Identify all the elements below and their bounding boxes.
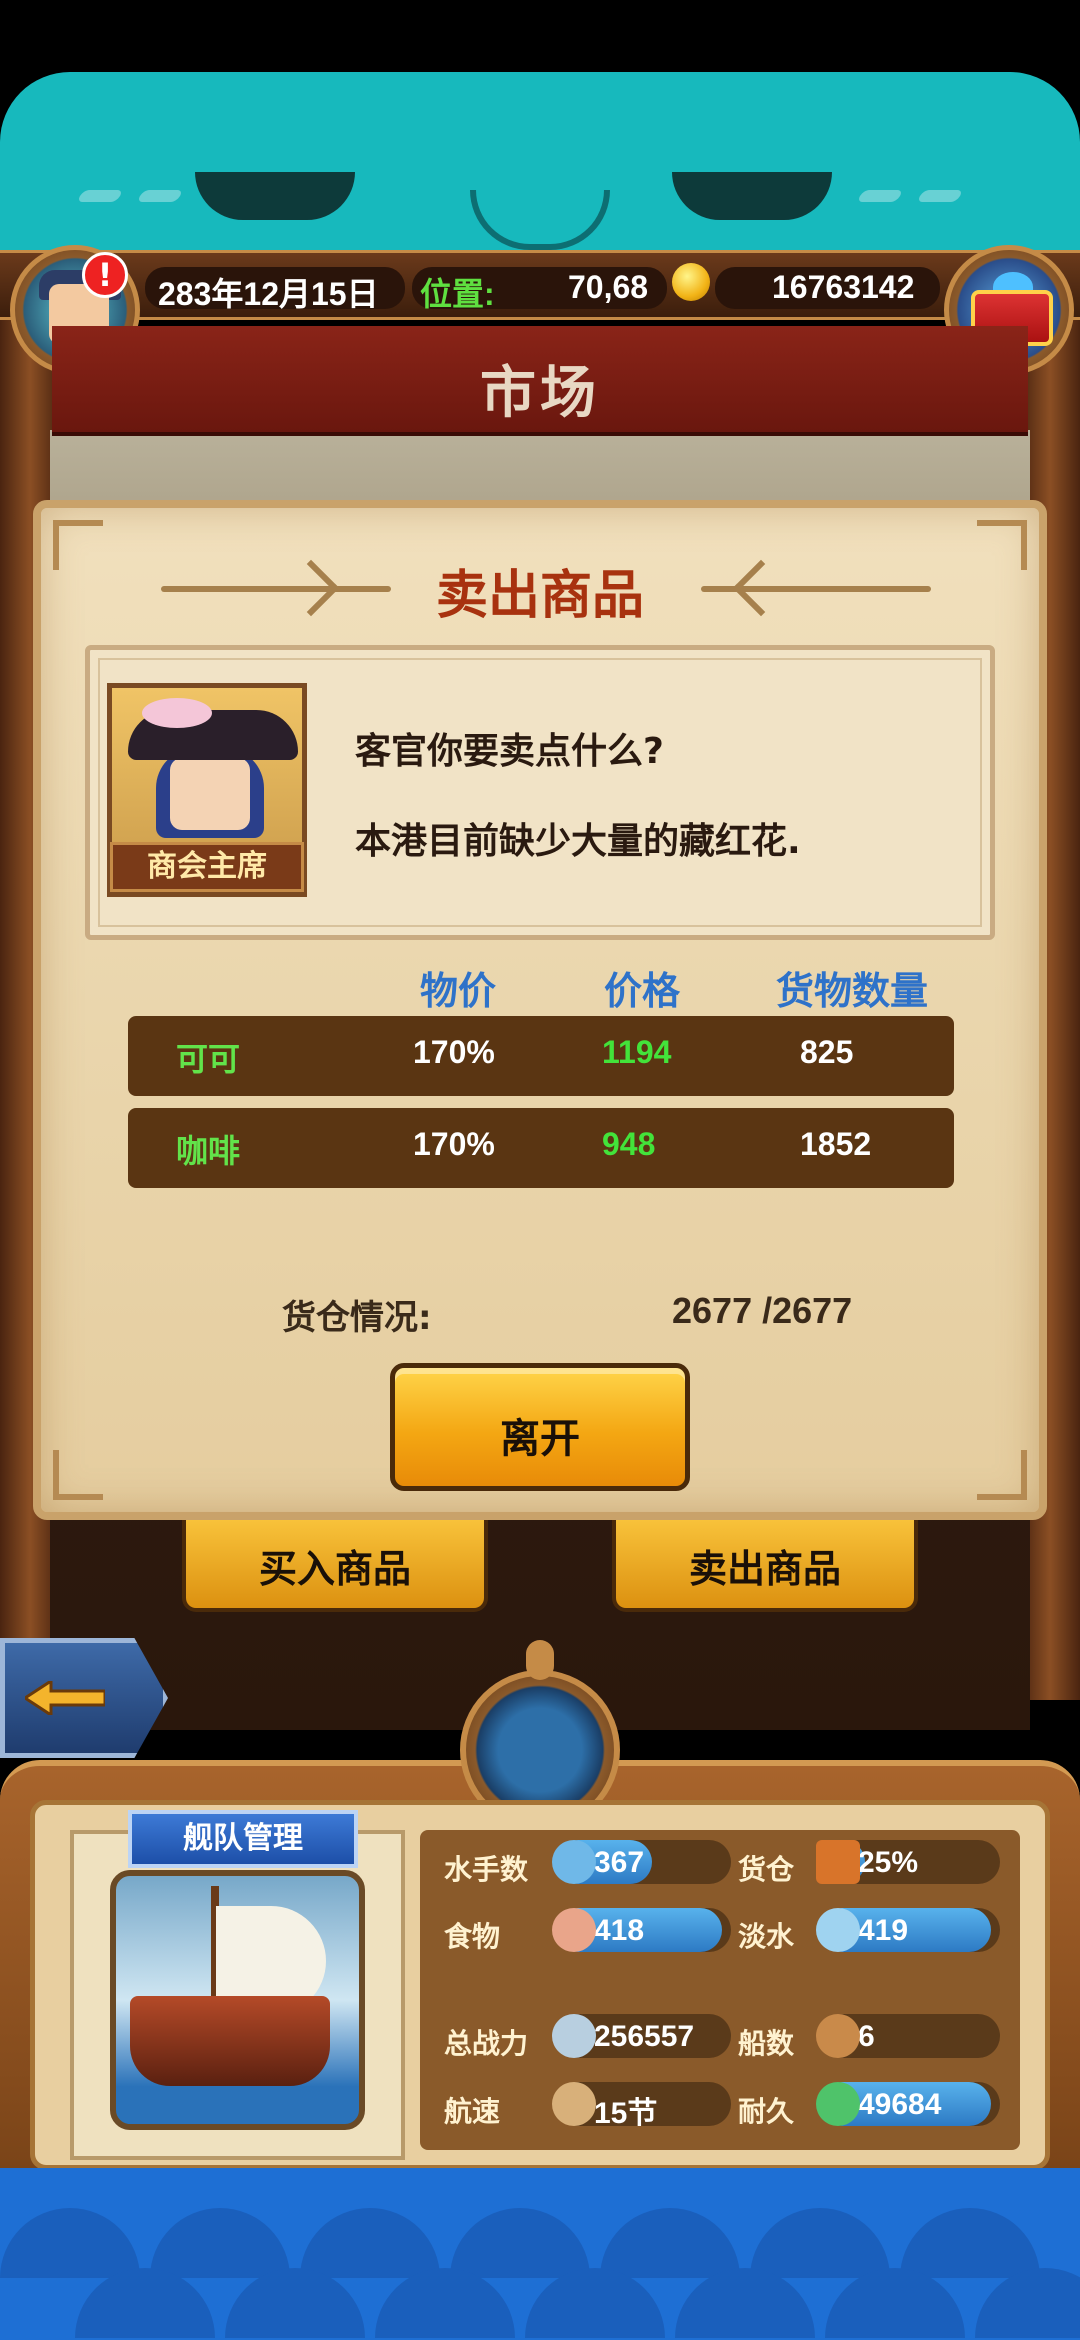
sell-goods-button[interactable]: 卖出商品	[612, 1520, 918, 1612]
goods-rate: 170%	[413, 1034, 495, 1070]
goods-quantity: 1852	[800, 1126, 872, 1162]
wave	[525, 2268, 665, 2338]
portrait-feather	[142, 698, 212, 728]
corner-ornament	[977, 1450, 1027, 1500]
crate-icon	[816, 1840, 860, 1884]
wave	[0, 2208, 140, 2278]
column-header-rate: 物价	[420, 969, 497, 1013]
sea-footer	[0, 2168, 1080, 2340]
ships-value: 6	[858, 2020, 875, 2053]
column-header-price: 价格	[604, 969, 681, 1013]
wave	[450, 2208, 590, 2278]
leave-button[interactable]: 离开	[390, 1363, 690, 1491]
durability-label: 耐久	[738, 2095, 795, 2128]
wave	[750, 2208, 890, 2278]
wave	[975, 2268, 1080, 2338]
back-button[interactable]	[0, 1638, 168, 1758]
column-header-quantity: 货物数量	[776, 969, 929, 1013]
goods-name: 可可	[176, 1040, 241, 1078]
helm-knob	[526, 1640, 554, 1680]
swords-icon	[552, 2014, 596, 2058]
meat-icon	[552, 1908, 596, 1952]
cargo-hold-value: 2677 /2677	[672, 1290, 853, 1331]
wave	[75, 2268, 215, 2338]
date-text: 283年12月15日	[158, 276, 379, 312]
position-value: 70,68	[568, 269, 649, 305]
decoration-stripe	[76, 190, 124, 202]
decoration-stripe	[916, 190, 964, 202]
wave	[900, 2208, 1040, 2278]
durability-value: 49684	[858, 2088, 942, 2121]
sail-icon	[552, 2082, 596, 2126]
wave	[675, 2268, 815, 2338]
buy-goods-button[interactable]: 买入商品	[182, 1520, 488, 1612]
mascot-mouth	[470, 190, 610, 250]
power-value: 256557	[594, 2020, 695, 2053]
cargo-hold-label: 货仓情况:	[282, 1298, 432, 1338]
message-line-2: 本港目前缺少大量的藏红花.	[355, 821, 801, 862]
sell-goods-label: 卖出商品	[688, 1547, 841, 1591]
ships-label: 船数	[738, 2027, 795, 2060]
goods-rate: 170%	[413, 1126, 495, 1162]
goods-row[interactable]: 可可 170% 1194 825	[128, 1016, 954, 1096]
market-title: 市场	[480, 361, 600, 426]
ship-icon	[816, 2014, 860, 2058]
speed-value: 15节	[594, 2097, 658, 2126]
mascot-eye-right	[672, 172, 832, 220]
wave	[600, 2208, 740, 2278]
position-label: 位置:	[420, 276, 495, 312]
ship-helm-button[interactable]	[440, 1640, 640, 1830]
water-jug-icon	[816, 1908, 860, 1952]
goods-name: 咖啡	[176, 1132, 241, 1170]
cargo-label: 货仓	[738, 1853, 795, 1886]
speed-label: 航速	[444, 2095, 501, 2128]
dialog-title: 卖出商品	[435, 566, 644, 626]
mascot-banner	[0, 72, 1080, 252]
water-label: 淡水	[738, 1920, 795, 1953]
cargo-value: 25%	[858, 1846, 919, 1879]
food-value: 418	[594, 1914, 645, 1947]
goods-price: 1194	[602, 1034, 672, 1070]
portrait-face	[170, 758, 250, 830]
sailors-value: 367	[594, 1846, 645, 1879]
alert-icon[interactable]: !	[82, 252, 128, 298]
gold-coin-icon	[672, 263, 710, 301]
merchant-title: 商会主席	[110, 842, 304, 892]
status-bar: 283年12月15日 位置: 70,68 16763142	[0, 250, 1080, 320]
water-value: 419	[858, 1914, 909, 1947]
wave	[225, 2268, 365, 2338]
repair-icon	[816, 2082, 860, 2126]
back-arrow-icon	[25, 1681, 105, 1715]
fleet-ship-image[interactable]	[110, 1870, 365, 2130]
fleet-management-title[interactable]: 舰队管理	[128, 1810, 358, 1868]
mascot-eye-left	[195, 172, 355, 220]
gold-value: 16763142	[772, 269, 915, 305]
goods-quantity: 825	[800, 1034, 854, 1070]
goods-row[interactable]: 咖啡 170% 948 1852	[128, 1108, 954, 1188]
wave	[150, 2208, 290, 2278]
wave	[300, 2208, 440, 2278]
power-label: 总战力	[444, 2027, 529, 2060]
sailor-icon	[552, 1840, 596, 1884]
goods-price: 948	[602, 1126, 656, 1162]
decoration-stripe	[856, 190, 904, 202]
leave-button-label: 离开	[500, 1416, 580, 1462]
ship-hull	[130, 1996, 330, 2086]
market-header: 市场	[52, 326, 1028, 436]
corner-ornament	[53, 1450, 103, 1500]
food-label: 食物	[444, 1920, 501, 1953]
wave	[825, 2268, 965, 2338]
buy-goods-label: 买入商品	[258, 1547, 411, 1591]
decoration-stripe	[136, 190, 184, 202]
message-line-1: 客官你要卖点什么?	[355, 731, 664, 772]
wave	[375, 2268, 515, 2338]
sailors-label: 水手数	[444, 1853, 529, 1886]
